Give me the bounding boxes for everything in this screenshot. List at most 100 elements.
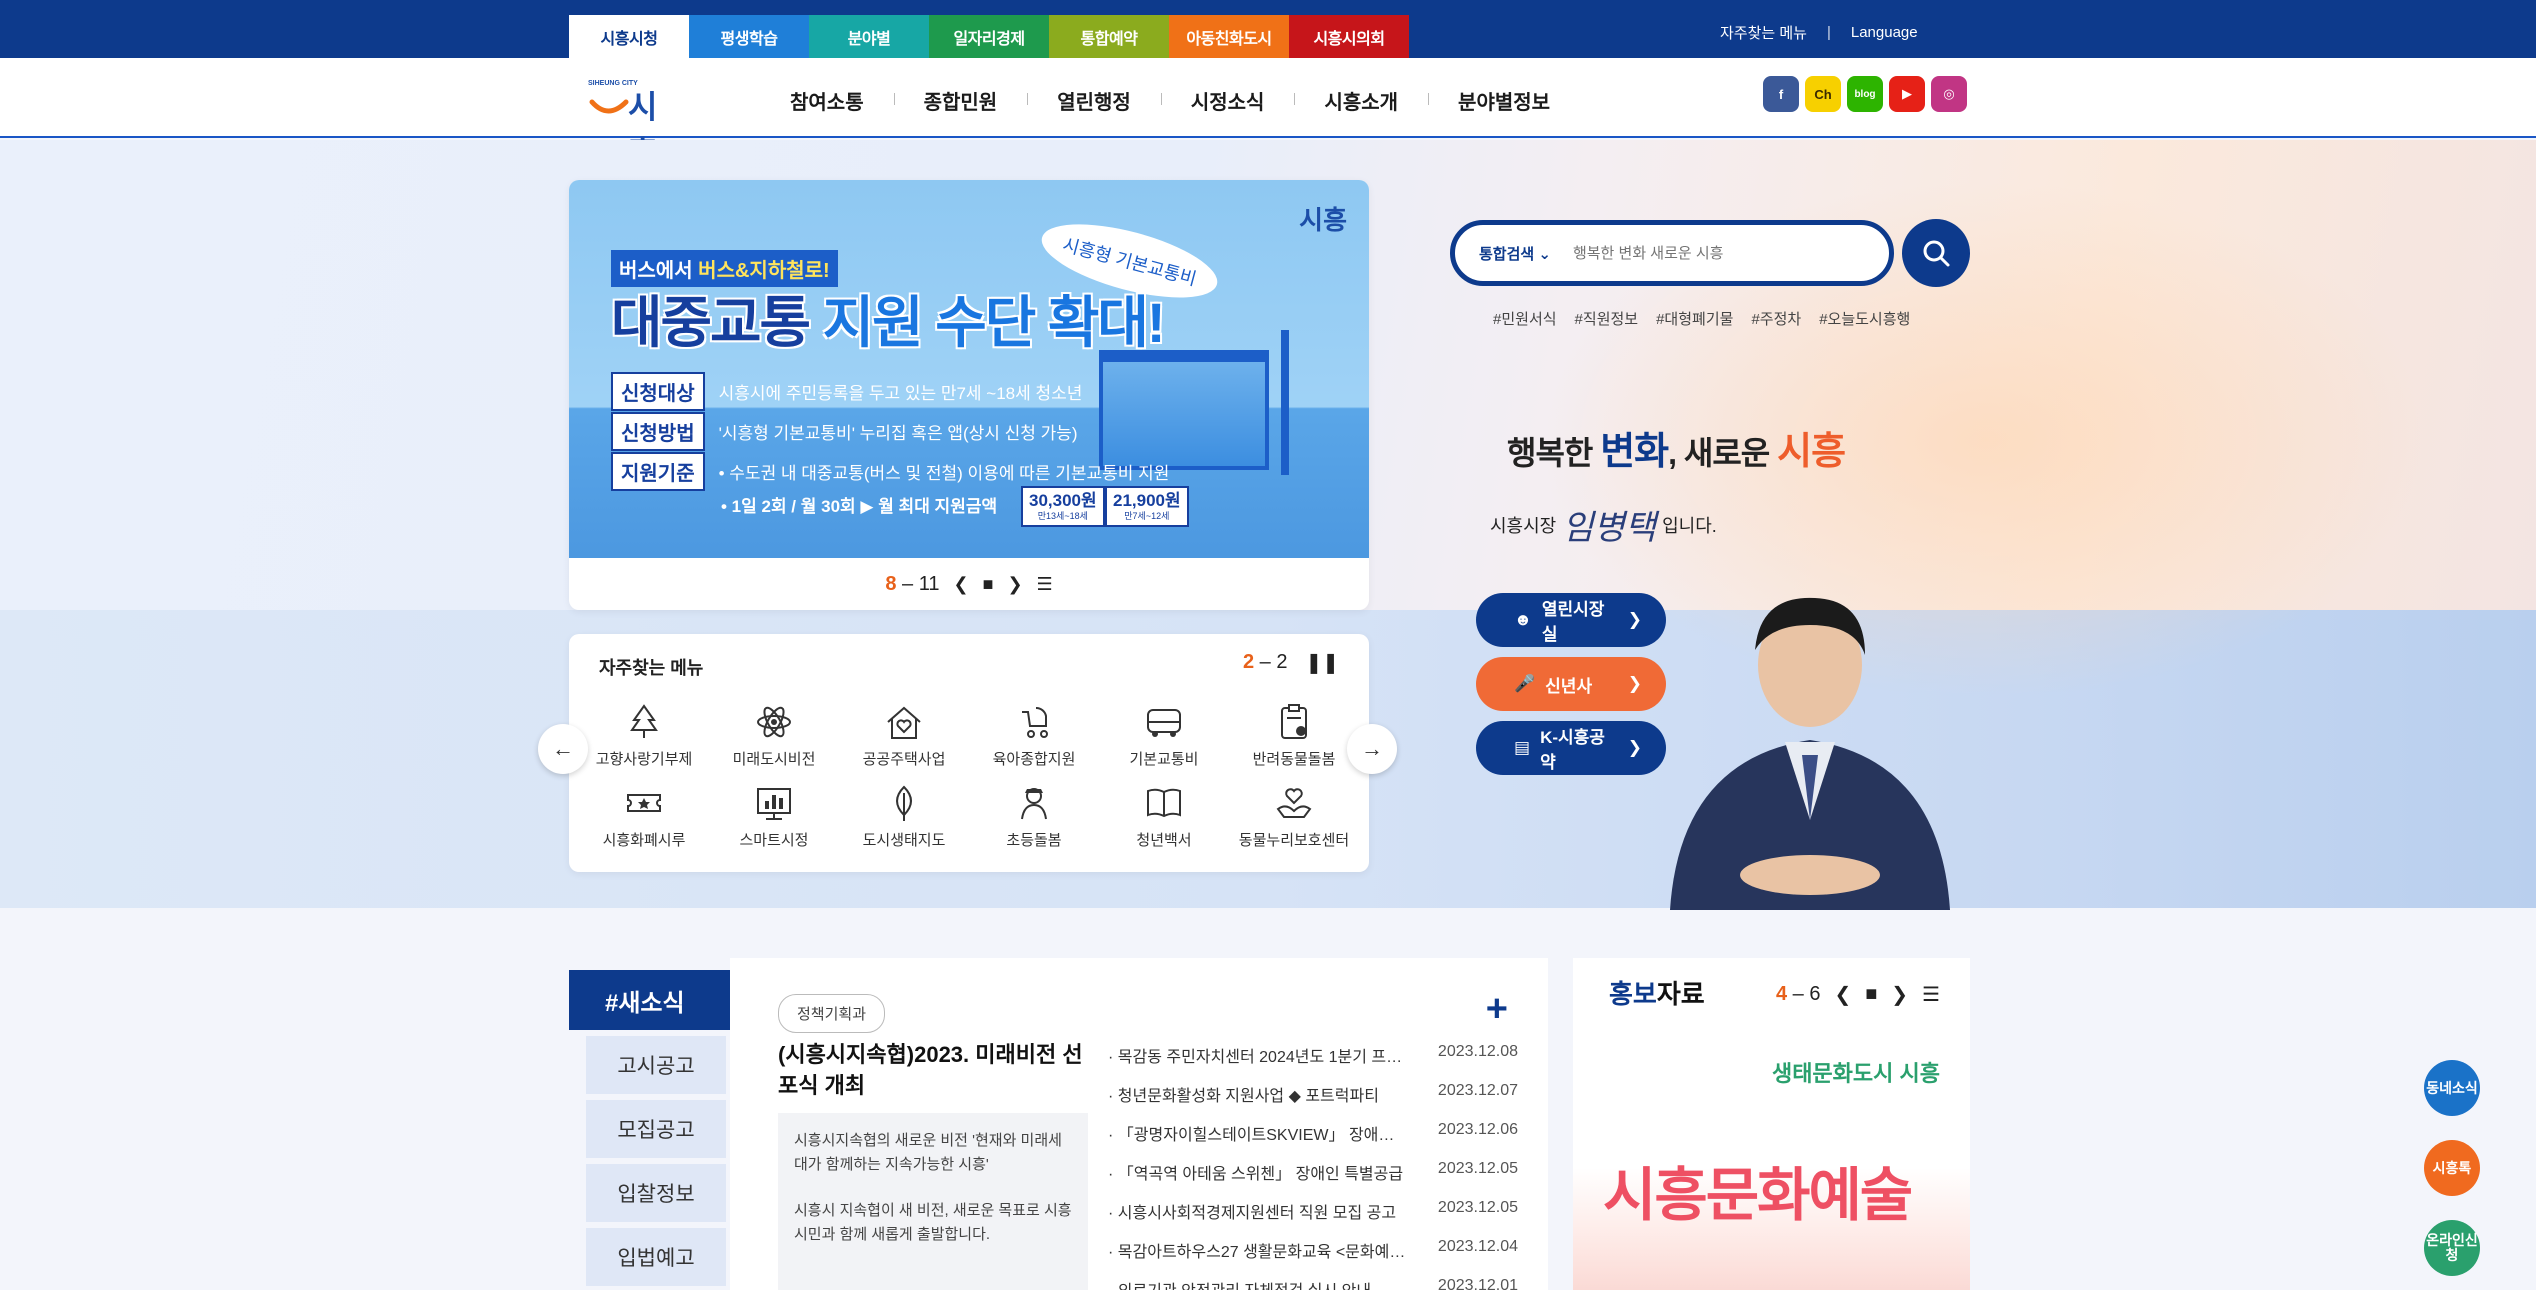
quick-item-label: 고향사랑기부제 [595,751,693,768]
child-icon [1021,788,1047,820]
list-item[interactable]: 청년문화활성화 지원사업 ◆ 포트럭파티 2023.12.07 [1108,1082,1518,1121]
site-logo[interactable]: SIHEUNG CITY 시흥 [586,72,686,171]
list-item[interactable]: 목감아트하우스27 생활문화교육 <문화예술> 2023.12.04 [1108,1238,1518,1277]
quick-item-label: 도시생태지도 [862,832,946,849]
keyword-tag[interactable]: #주정차 [1751,308,1801,329]
local-news-float-button[interactable]: 동네소식 [2424,1060,2480,1116]
site-tab-child-friendly[interactable]: 아동친화도시 [1169,15,1289,58]
keyword-tag[interactable]: #오늘도시흥행 [1819,308,1910,329]
gnb-participation[interactable]: 참여소통 [760,86,894,115]
quick-item-childcare[interactable]: 육아종합지원 [969,702,1099,769]
kakao-channel-icon[interactable]: Ch [1805,76,1841,112]
news-featured-title[interactable]: (시흥시지속협)2023. 미래비전 선포식 개최 [778,1040,1088,1102]
stop-icon[interactable]: ■ [1865,983,1877,1006]
price-age: 만13세~18세 [1037,511,1088,521]
gnb-city-news[interactable]: 시정소식 [1160,86,1295,115]
mayor-sig-suffix: 입니다. [1662,515,1717,536]
gnb-about-siheung[interactable]: 시흥소개 [1294,86,1428,115]
quick-item-eco-map[interactable]: 도시생태지도 [839,783,969,850]
list-item[interactable]: 목감동 주민자치센터 2024년도 1분기 프로그램 2023.12.08 [1108,1043,1518,1082]
trees-icon [630,704,658,738]
quick-item-label: 초등돌봄 [1006,832,1062,849]
price-age: 만7세~12세 [1124,511,1170,521]
list-item[interactable]: 「광명자이힐스테이트SKVIEW」 장애인 특별공급 2023.12.06 [1108,1121,1518,1160]
banner-row-target: 신청대상 시흥시에 주민등록을 두고 있는 만7세 ~18세 청소년 [611,372,1082,411]
chevron-right-icon: ❯ [1627,674,1642,693]
blog-icon[interactable]: blog [1847,76,1883,112]
k-siheung-pledge-button[interactable]: ▤ K-시흥공약 ❯ [1476,721,1666,775]
search-button[interactable] [1902,219,1970,287]
quick-item-future-vision[interactable]: 미래도시비전 [709,702,839,769]
instagram-icon[interactable]: ◎ [1931,76,1967,112]
quick-item-elementary-care[interactable]: 초등돌봄 [969,783,1099,850]
quick-item-local-currency[interactable]: 시흥화폐시루 [579,783,709,850]
prev-icon[interactable]: ❮ [953,574,968,595]
keyword-tag[interactable]: #민원서식 [1493,308,1557,329]
promo-image[interactable]: 생태문화도시 시흥 시흥문화예술 [1573,1028,1970,1290]
banner-image[interactable]: 버스에서 버스&지하철로! 대중교통 지원 수단 확대! 시흥형 기본교통비 시… [569,180,1369,558]
list-icon[interactable]: ☰ [1037,574,1053,595]
open-mayor-office-button[interactable]: ☻ 열린시장실 ❯ [1476,593,1666,647]
news-panel: 정책기획과 + (시흥시지속협)2023. 미래비전 선포식 개최 시흥시지속협… [730,958,1548,1290]
site-tab-lifelong-learning[interactable]: 평생학습 [689,15,809,58]
gnb-civil-service[interactable]: 종합민원 [893,86,1028,115]
next-icon[interactable]: ❯ [1007,574,1022,595]
gnb-open-admin[interactable]: 열린행정 [1027,86,1161,115]
tab-notice[interactable]: 고시공고 [586,1036,726,1094]
banner-pager: 8 – 11 [885,573,939,596]
search-input[interactable] [1572,244,1833,262]
list-item[interactable]: 「역곡역 아테움 스위첸」 장애인 특별공급 2023.12.05 [1108,1160,1518,1199]
online-apply-float-button[interactable]: 온라인신청 [2424,1220,2480,1276]
list-item[interactable]: 시흥시사회적경제지원센터 직원 모집 공고 2023.12.05 [1108,1199,1518,1238]
quick-menu-pager: 2 – 2 ❚❚ [1243,650,1339,675]
list-icon[interactable]: ☰ [1922,982,1940,1007]
price-amount: 21,900원 [1113,491,1181,510]
mayor-photo [1670,597,1950,910]
tab-bid[interactable]: 입찰정보 [586,1164,726,1222]
tab-legislation[interactable]: 입법예고 [586,1228,726,1286]
banner-price-teen: 30,300원 만13세~18세 [1021,486,1105,527]
language-link[interactable]: Language [1851,24,1918,41]
site-tab-city-council[interactable]: 시흥시의회 [1289,15,1409,58]
site-tab-city-hall[interactable]: 시흥시청 [569,15,689,58]
list-item[interactable]: 의료기관 안전관리 자체점검 실시 안내 2023.12.01 [1108,1277,1518,1290]
keyword-tag[interactable]: #대형폐기물 [1656,308,1733,329]
tab-recruitment[interactable]: 모집공고 [586,1100,726,1158]
keyword-tag[interactable]: #직원정보 [1575,308,1639,329]
next-icon[interactable]: ❯ [1891,982,1908,1007]
banner-row-limit: • 1일 2회 / 월 30회 ▶ 월 최대 지원금액 [721,497,998,516]
tab-news[interactable]: #새소식 [569,970,784,1030]
quick-item-youth-whitepaper[interactable]: 청년백서 [1099,783,1229,850]
quick-item-basic-transport[interactable]: 기본교통비 [1099,702,1229,769]
promo-big-text: 시흥문화예술 [1603,1163,1913,1228]
stop-icon[interactable]: ■ [983,574,994,595]
site-tab-jobs-economy[interactable]: 일자리경제 [929,15,1049,58]
quick-item-public-housing[interactable]: 공공주택사업 [839,702,969,769]
facebook-icon[interactable]: f [1763,76,1799,112]
more-plus-icon[interactable]: + [1486,988,1508,1031]
gnb-field-info[interactable]: 분야별정보 [1428,86,1580,115]
siheung-talk-float-button[interactable]: 시흥톡 [2424,1140,2480,1196]
slogan-part: 행복한 [1507,435,1601,471]
quick-item-hometown-donation[interactable]: 고향사랑기부제 [579,702,709,769]
site-tab-reservation[interactable]: 통합예약 [1049,15,1169,58]
prev-icon[interactable]: ❮ [1834,982,1851,1007]
quick-item-animal-shelter[interactable]: 동물누리보호센터 [1229,783,1359,850]
site-tab-by-field[interactable]: 분야별 [809,15,929,58]
quick-item-smart-admin[interactable]: 스마트시정 [709,783,839,850]
quick-item-label: 기본교통비 [1129,751,1199,768]
frequent-menu-link[interactable]: 자주찾는 메뉴 [1720,22,1807,43]
banner-sign-pole [1281,330,1289,475]
search-scope-select[interactable]: 통합검색 [1479,243,1551,264]
arrow-left-icon[interactable]: ← [538,724,588,774]
new-year-address-button[interactable]: 🎤 신년사 ❯ [1476,657,1666,711]
banner-row-tag: 지원기준 [611,452,705,491]
global-navigation: 참여소통 종합민원 열린행정 시정소식 시흥소개 분야별정보 [760,86,1580,115]
quick-item-pet-care[interactable]: 반려동물돌봄 [1229,702,1359,769]
banner-pager-sep: – [896,572,919,595]
quick-item-label: 육아종합지원 [992,751,1076,768]
pause-icon[interactable]: ❚❚ [1305,650,1339,675]
arrow-right-icon[interactable]: → [1347,724,1397,774]
news-item-title: 목감동 주민자치센터 2024년도 1분기 프로그램 [1108,1043,1408,1082]
youtube-icon[interactable]: ▶ [1889,76,1925,112]
